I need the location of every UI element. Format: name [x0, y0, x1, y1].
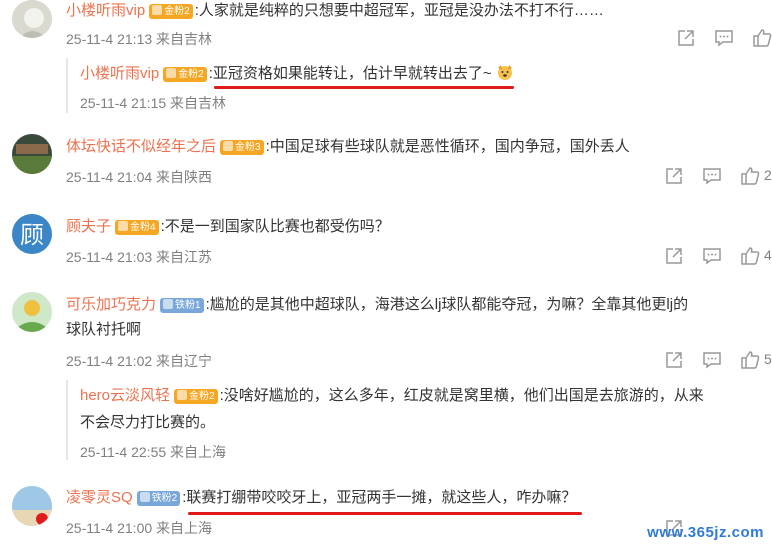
comment-text: :不是一到国家队比赛也都受伤吗？ — [160, 218, 390, 235]
comment-text: :尴尬的是其他中超球队，海港这么lj球队都能夺冠，为嘛？全靠其他更lj的 — [205, 296, 689, 313]
fan-badge[interactable]: 金粉3 — [220, 140, 264, 155]
comment-item: 顾 顾夫子 金粉4:不是一到国家队比赛也都受伤吗？ 25-11-4 21:03 来… — [0, 210, 772, 270]
share-icon[interactable] — [664, 350, 684, 370]
comment-text: :人家就是纯粹的只想要中超冠军，亚冠是没办法不打不行…… — [194, 2, 604, 19]
like-count: 5 — [764, 351, 772, 367]
comment-location: 来自吉林 — [156, 31, 213, 47]
like-count: 2 — [764, 167, 772, 183]
comment-item: 可乐加巧克力 铁粉1:尴尬的是其他中超球队，海港这么lj球队都能夺冠，为嘛？全靠其… — [0, 288, 772, 378]
commenter-name[interactable]: 体坛快话不似经年之后 — [66, 138, 216, 155]
like-icon[interactable] — [740, 246, 760, 266]
comment-actions — [652, 28, 772, 48]
replier-name[interactable]: hero云淡风轻 — [80, 387, 170, 404]
comment-actions: 5 — [652, 350, 772, 370]
avatar[interactable]: 顾 — [12, 214, 52, 254]
like-icon[interactable] — [752, 28, 772, 48]
comment-icon[interactable] — [714, 28, 734, 48]
comment-actions: 2 — [652, 166, 772, 186]
highlight-underline — [188, 512, 582, 515]
commenter-name[interactable]: 顾夫子 — [66, 218, 111, 235]
highlight-underline — [214, 86, 514, 89]
reply-text-continued: 不会尽力打比赛的。 — [80, 414, 216, 431]
commenter-name[interactable]: 小楼听雨vip — [66, 2, 145, 19]
fan-badge[interactable]: 金粉2 — [163, 67, 207, 82]
comment-text-continued: 球队衬托啊 — [66, 321, 142, 338]
commenter-name[interactable]: 凌零灵SQ — [66, 489, 133, 506]
avatar[interactable] — [12, 486, 52, 526]
fan-badge[interactable]: 金粉2 — [174, 389, 218, 404]
comment-location: 来自上海 — [156, 520, 213, 536]
like-icon[interactable] — [740, 350, 760, 370]
comment-time: 25-11-4 21:04 — [66, 169, 153, 185]
comment-item: 体坛快话不似经年之后 金粉3:中国足球有些球队就是恶性循环，国内争冠，国外丢人 2… — [0, 130, 772, 190]
reply-item: hero云淡风轻 金粉2:没啥好尴尬的，这么多年，红皮就是窝里横，他们出国是去旅游… — [66, 380, 768, 460]
comment-time: 25-11-4 21:00 — [66, 520, 153, 536]
reply-time: 25-11-4 22:55 — [80, 444, 167, 460]
dog-emoji-icon — [496, 63, 514, 81]
share-icon[interactable] — [664, 166, 684, 186]
comment-text: :联赛打绷带咬咬牙上，亚冠两手一摊，就这些人，咋办嘛？ — [182, 489, 577, 506]
like-count: 4 — [764, 247, 772, 263]
avatar[interactable] — [12, 134, 52, 174]
avatar[interactable] — [12, 292, 52, 332]
comment-time: 25-11-4 21:13 — [66, 31, 153, 47]
reply-text: :没啥好尴尬的，这么多年，红皮就是窝里横，他们出国是去旅游的，从来 — [219, 387, 704, 404]
fan-badge[interactable]: 铁粉1 — [160, 298, 204, 313]
comment-icon[interactable] — [702, 166, 722, 186]
reply-location: 来自上海 — [170, 444, 227, 460]
reply-location: 来自吉林 — [170, 95, 227, 111]
comment-icon[interactable] — [702, 350, 722, 370]
reply-time: 25-11-4 21:15 — [80, 95, 167, 111]
comment-location: 来自辽宁 — [156, 353, 213, 369]
watermark: www.365jz.com — [647, 524, 764, 541]
fan-badge[interactable]: 金粉4 — [115, 220, 159, 235]
comment-time: 25-11-4 21:02 — [66, 353, 153, 369]
fan-badge[interactable]: 金粉2 — [149, 4, 193, 19]
share-icon[interactable] — [664, 246, 684, 266]
avatar[interactable] — [12, 0, 52, 38]
comment-location: 来自陕西 — [156, 169, 213, 185]
fan-badge[interactable]: 铁粉2 — [136, 491, 181, 506]
share-icon[interactable] — [676, 28, 696, 48]
comment-time: 25-11-4 21:03 — [66, 249, 153, 265]
comment-text: :中国足球有些球队就是恶性循环，国内争冠，国外丢人 — [265, 138, 630, 155]
comment-icon[interactable] — [702, 246, 722, 266]
replier-name[interactable]: 小楼听雨vip — [80, 65, 159, 82]
comment-location: 来自江苏 — [156, 249, 213, 265]
commenter-name[interactable]: 可乐加巧克力 — [66, 296, 156, 313]
comment-item: 小楼听雨vip 金粉2:人家就是纯粹的只想要中超冠军，亚冠是没办法不打不行…… 2… — [0, 0, 772, 60]
reply-text: :亚冠资格如果能转让，估计早就转出去了~ — [208, 65, 492, 82]
comment-actions: 4 — [652, 246, 772, 266]
svg-text:顾: 顾 — [20, 221, 44, 249]
like-icon[interactable] — [740, 166, 760, 186]
